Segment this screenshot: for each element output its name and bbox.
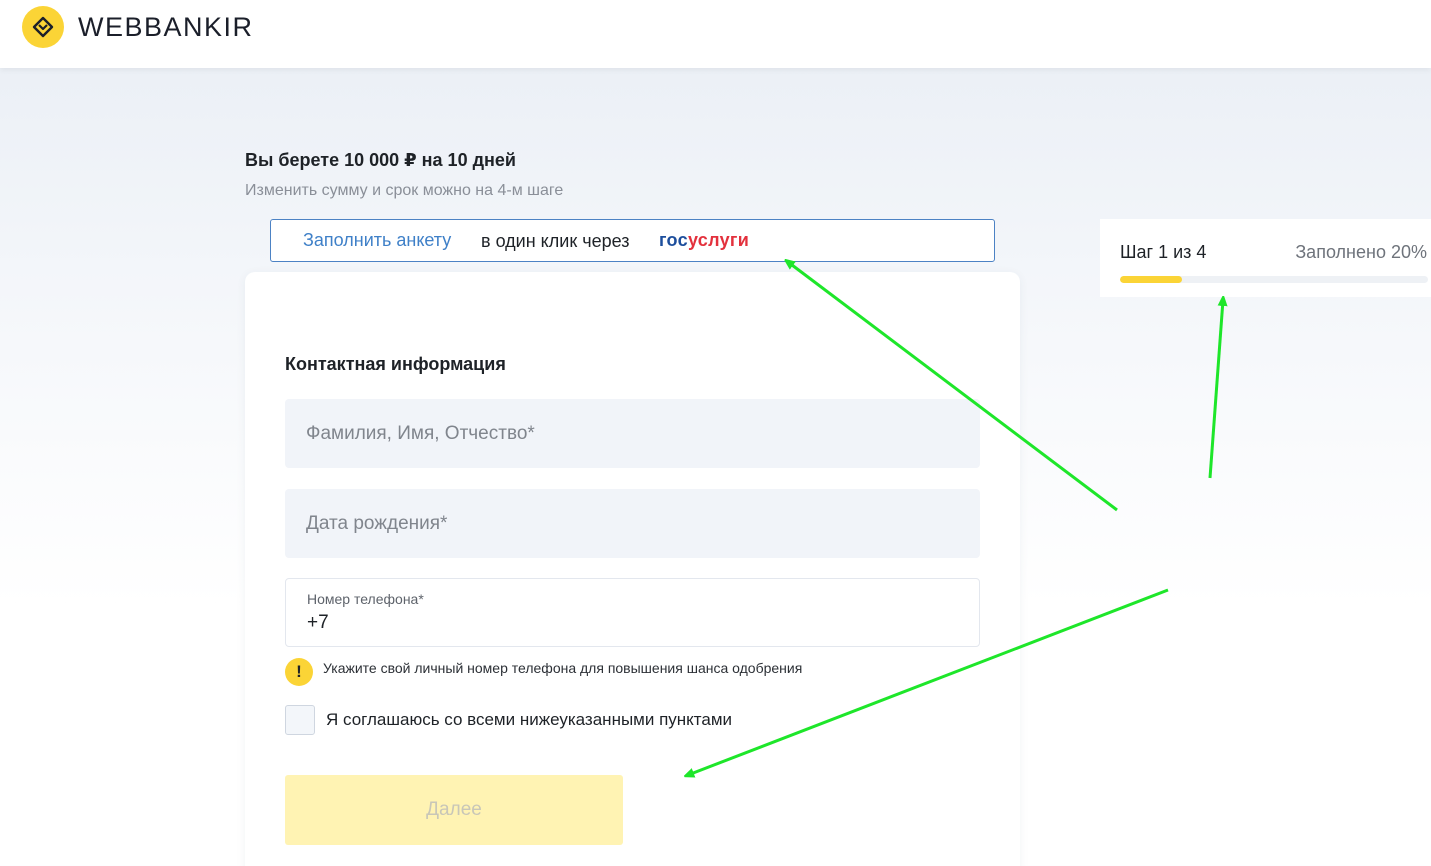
gosuslugi-text: в один клик через xyxy=(481,231,630,251)
dob-input[interactable] xyxy=(285,489,980,558)
progress-track xyxy=(1120,276,1428,283)
gosuslugi-logo[interactable]: госуслуги xyxy=(659,230,749,251)
phone-field[interactable]: Номер телефона* +7 xyxy=(285,578,980,647)
progress-panel: Шаг 1 из 4 Заполнено 20% xyxy=(1100,219,1431,297)
section-title: Контактная информация xyxy=(285,354,506,374)
dob-field[interactable] xyxy=(285,489,980,558)
agree-checkbox-label[interactable]: Я соглашаюсь со всеми нижеуказанными пун… xyxy=(326,710,732,730)
next-button[interactable]: Далее xyxy=(285,775,623,845)
phone-hint-text: Укажите свой личный номер телефона для п… xyxy=(323,660,803,676)
exclamation-icon: ! xyxy=(285,658,313,686)
filled-percent: Заполнено 20% xyxy=(1295,242,1427,262)
phone-label: Номер телефона* xyxy=(307,591,424,607)
gosuslugi-fill-link[interactable]: Заполнить анкету xyxy=(303,230,451,251)
gosuslugi-banner[interactable]: Заполнить анкету в один клик через госус… xyxy=(270,219,995,262)
application-form-card: Контактная информация Номер телефона* +7… xyxy=(245,272,1020,866)
loan-summary-title: Вы берете 10 000 ₽ на 10 дней xyxy=(245,150,516,170)
phone-input[interactable]: +7 xyxy=(307,612,329,634)
site-header: WEBBANKIR xyxy=(0,0,1431,68)
gosuslugi-logo-part1: гос xyxy=(659,230,688,250)
fio-input[interactable] xyxy=(285,399,980,468)
loan-summary-subtitle: Изменить сумму и срок можно на 4-м шаге xyxy=(245,182,564,199)
step-indicator: Шаг 1 из 4 xyxy=(1120,242,1207,262)
annotation-arrow-progress xyxy=(1208,300,1223,479)
fio-field[interactable] xyxy=(285,399,980,468)
logo-text[interactable]: WEBBANKIR xyxy=(78,12,254,43)
gosuslugi-logo-part2: услуги xyxy=(687,230,750,250)
progress-fill xyxy=(1120,276,1182,283)
agree-checkbox[interactable] xyxy=(285,705,315,735)
diamond-heart-icon[interactable] xyxy=(22,6,64,48)
